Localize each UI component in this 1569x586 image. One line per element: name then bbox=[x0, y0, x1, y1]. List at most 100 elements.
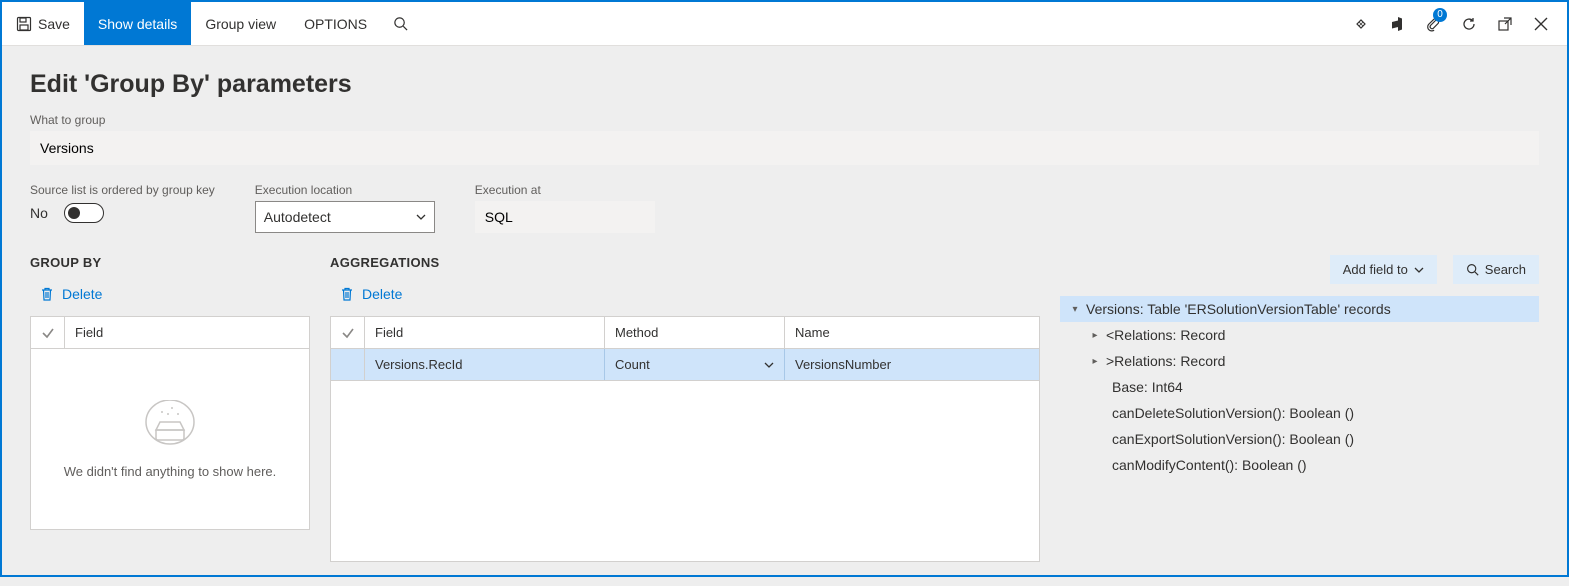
page-title: Edit 'Group By' parameters bbox=[30, 70, 1539, 99]
toolbar-search-button[interactable] bbox=[381, 2, 420, 45]
agg-row-field: Versions.RecId bbox=[375, 357, 462, 372]
exec-location-dropdown[interactable]: Autodetect bbox=[255, 201, 435, 233]
trash-icon bbox=[340, 287, 354, 301]
what-to-group-label: What to group bbox=[30, 113, 1539, 127]
toolbar: Save Show details Group view OPTIONS 0 bbox=[2, 2, 1567, 46]
groupby-delete-button[interactable]: Delete bbox=[30, 280, 310, 308]
tree-node-base[interactable]: Base: Int64 bbox=[1060, 374, 1539, 400]
close-icon bbox=[1534, 17, 1548, 31]
lower-row: GROUP BY Delete Field We bbox=[30, 255, 1539, 562]
aggregations-delete-label: Delete bbox=[362, 286, 402, 302]
what-to-group-input[interactable] bbox=[30, 131, 1539, 165]
page-body: Edit 'Group By' parameters What to group… bbox=[2, 46, 1567, 586]
options-label: OPTIONS bbox=[304, 16, 367, 32]
search-icon bbox=[393, 16, 408, 31]
group-view-label: Group view bbox=[205, 16, 276, 32]
options-button[interactable]: OPTIONS bbox=[290, 2, 381, 45]
groupby-panel: GROUP BY Delete Field We bbox=[30, 255, 310, 562]
ordered-field: Source list is ordered by group key No bbox=[30, 183, 215, 223]
tree-root-label: Versions: Table 'ERSolutionVersionTable'… bbox=[1086, 301, 1391, 317]
groupby-empty: We didn't find anything to show here. bbox=[31, 349, 309, 529]
tree-node-can-export[interactable]: canExportSolutionVersion(): Boolean () bbox=[1060, 426, 1539, 452]
office-icon bbox=[1389, 16, 1405, 32]
agg-row[interactable]: Versions.RecId Count VersionsNumber bbox=[331, 349, 1039, 381]
diamond-icon bbox=[1353, 16, 1369, 32]
add-field-to-button[interactable]: Add field to bbox=[1330, 255, 1437, 284]
agg-grid-body-space bbox=[331, 381, 1039, 561]
agg-row-field-cell[interactable]: Versions.RecId bbox=[365, 349, 605, 380]
tree-node-less-relations[interactable]: ▸ <Relations: Record bbox=[1060, 322, 1539, 348]
caret-right-icon: ▸ bbox=[1088, 356, 1102, 367]
agg-col-field[interactable]: Field bbox=[365, 317, 605, 348]
toolbar-spacer bbox=[420, 2, 1343, 45]
tree-node-can-delete[interactable]: canDeleteSolutionVersion(): Boolean () bbox=[1060, 400, 1539, 426]
office-icon-button[interactable] bbox=[1379, 2, 1415, 46]
diamond-icon-button[interactable] bbox=[1343, 2, 1379, 46]
caret-down-icon: ▾ bbox=[1068, 304, 1082, 315]
exec-at-label: Execution at bbox=[475, 183, 655, 197]
close-icon-button[interactable] bbox=[1523, 2, 1559, 46]
groupby-selectall-checkbox[interactable] bbox=[31, 317, 65, 348]
tree-more-relations-label: >Relations: Record bbox=[1106, 353, 1225, 369]
groupby-grid: Field We didn't find anything to show he… bbox=[30, 316, 310, 530]
tree-node-more-relations[interactable]: ▸ >Relations: Record bbox=[1060, 348, 1539, 374]
tree-actions: Add field to Search bbox=[1060, 255, 1539, 284]
agg-row-checkbox[interactable] bbox=[331, 349, 365, 380]
aggregations-grid: Field Method Name Versions.RecId Count bbox=[330, 316, 1040, 562]
show-details-button[interactable]: Show details bbox=[84, 2, 191, 45]
tree-panel: Add field to Search ▾ Versions: Table 'E… bbox=[1060, 255, 1539, 562]
caret-right-icon: ▸ bbox=[1088, 330, 1102, 341]
attach-badge: 0 bbox=[1433, 8, 1447, 22]
ordered-label: Source list is ordered by group key bbox=[30, 183, 215, 197]
aggregations-panel: AGGREGATIONS Delete Field Method Name bbox=[330, 255, 1040, 562]
tree-search-label: Search bbox=[1485, 262, 1526, 277]
attach-icon-button[interactable]: 0 bbox=[1415, 2, 1451, 46]
ordered-toggle[interactable] bbox=[64, 203, 104, 223]
agg-col-name[interactable]: Name bbox=[785, 317, 1039, 348]
ordered-value: No bbox=[30, 205, 48, 221]
tree-node-root[interactable]: ▾ Versions: Table 'ERSolutionVersionTabl… bbox=[1060, 296, 1539, 322]
group-view-button[interactable]: Group view bbox=[191, 2, 290, 45]
save-label: Save bbox=[38, 16, 70, 32]
add-field-to-label: Add field to bbox=[1343, 262, 1408, 277]
tree-search-button[interactable]: Search bbox=[1453, 255, 1539, 284]
agg-col-method[interactable]: Method bbox=[605, 317, 785, 348]
agg-row-method-cell[interactable]: Count bbox=[605, 349, 785, 380]
aggregations-selectall-checkbox[interactable] bbox=[331, 317, 365, 348]
groupby-col-field[interactable]: Field bbox=[65, 317, 309, 348]
toolbar-right: 0 bbox=[1343, 2, 1567, 45]
tree-node-can-modify[interactable]: canModifyContent(): Boolean () bbox=[1060, 452, 1539, 478]
show-details-label: Show details bbox=[98, 16, 177, 32]
exec-at-field: Execution at bbox=[475, 183, 655, 233]
aggregations-delete-button[interactable]: Delete bbox=[330, 280, 1040, 308]
popout-icon bbox=[1497, 16, 1513, 32]
agg-row-method: Count bbox=[615, 357, 650, 372]
save-icon bbox=[16, 16, 32, 32]
refresh-icon-button[interactable] bbox=[1451, 2, 1487, 46]
search-icon bbox=[1466, 263, 1479, 276]
tree-base-label: Base: Int64 bbox=[1112, 379, 1183, 395]
exec-location-field: Execution location Autodetect bbox=[255, 183, 435, 233]
tree-can-modify-label: canModifyContent(): Boolean () bbox=[1112, 457, 1307, 473]
chevron-down-icon bbox=[1414, 265, 1424, 275]
groupby-delete-label: Delete bbox=[62, 286, 102, 302]
chevron-down-icon bbox=[764, 360, 774, 370]
popout-icon-button[interactable] bbox=[1487, 2, 1523, 46]
groupby-heading: GROUP BY bbox=[30, 255, 310, 270]
aggregations-grid-header: Field Method Name bbox=[331, 317, 1039, 349]
params-row: Source list is ordered by group key No E… bbox=[30, 183, 1539, 233]
groupby-grid-header: Field bbox=[31, 317, 309, 349]
exec-location-value: Autodetect bbox=[264, 209, 331, 225]
tree-can-delete-label: canDeleteSolutionVersion(): Boolean () bbox=[1112, 405, 1354, 421]
exec-at-input[interactable] bbox=[475, 201, 655, 233]
groupby-empty-msg: We didn't find anything to show here. bbox=[64, 464, 277, 479]
chevron-down-icon bbox=[416, 212, 426, 222]
tree-less-relations-label: <Relations: Record bbox=[1106, 327, 1225, 343]
empty-folder-icon bbox=[142, 400, 198, 450]
refresh-icon bbox=[1461, 16, 1477, 32]
agg-row-name: VersionsNumber bbox=[795, 357, 891, 372]
tree: ▾ Versions: Table 'ERSolutionVersionTabl… bbox=[1060, 296, 1539, 478]
agg-row-name-cell[interactable]: VersionsNumber bbox=[785, 349, 1039, 380]
save-button[interactable]: Save bbox=[2, 2, 84, 45]
trash-icon bbox=[40, 287, 54, 301]
